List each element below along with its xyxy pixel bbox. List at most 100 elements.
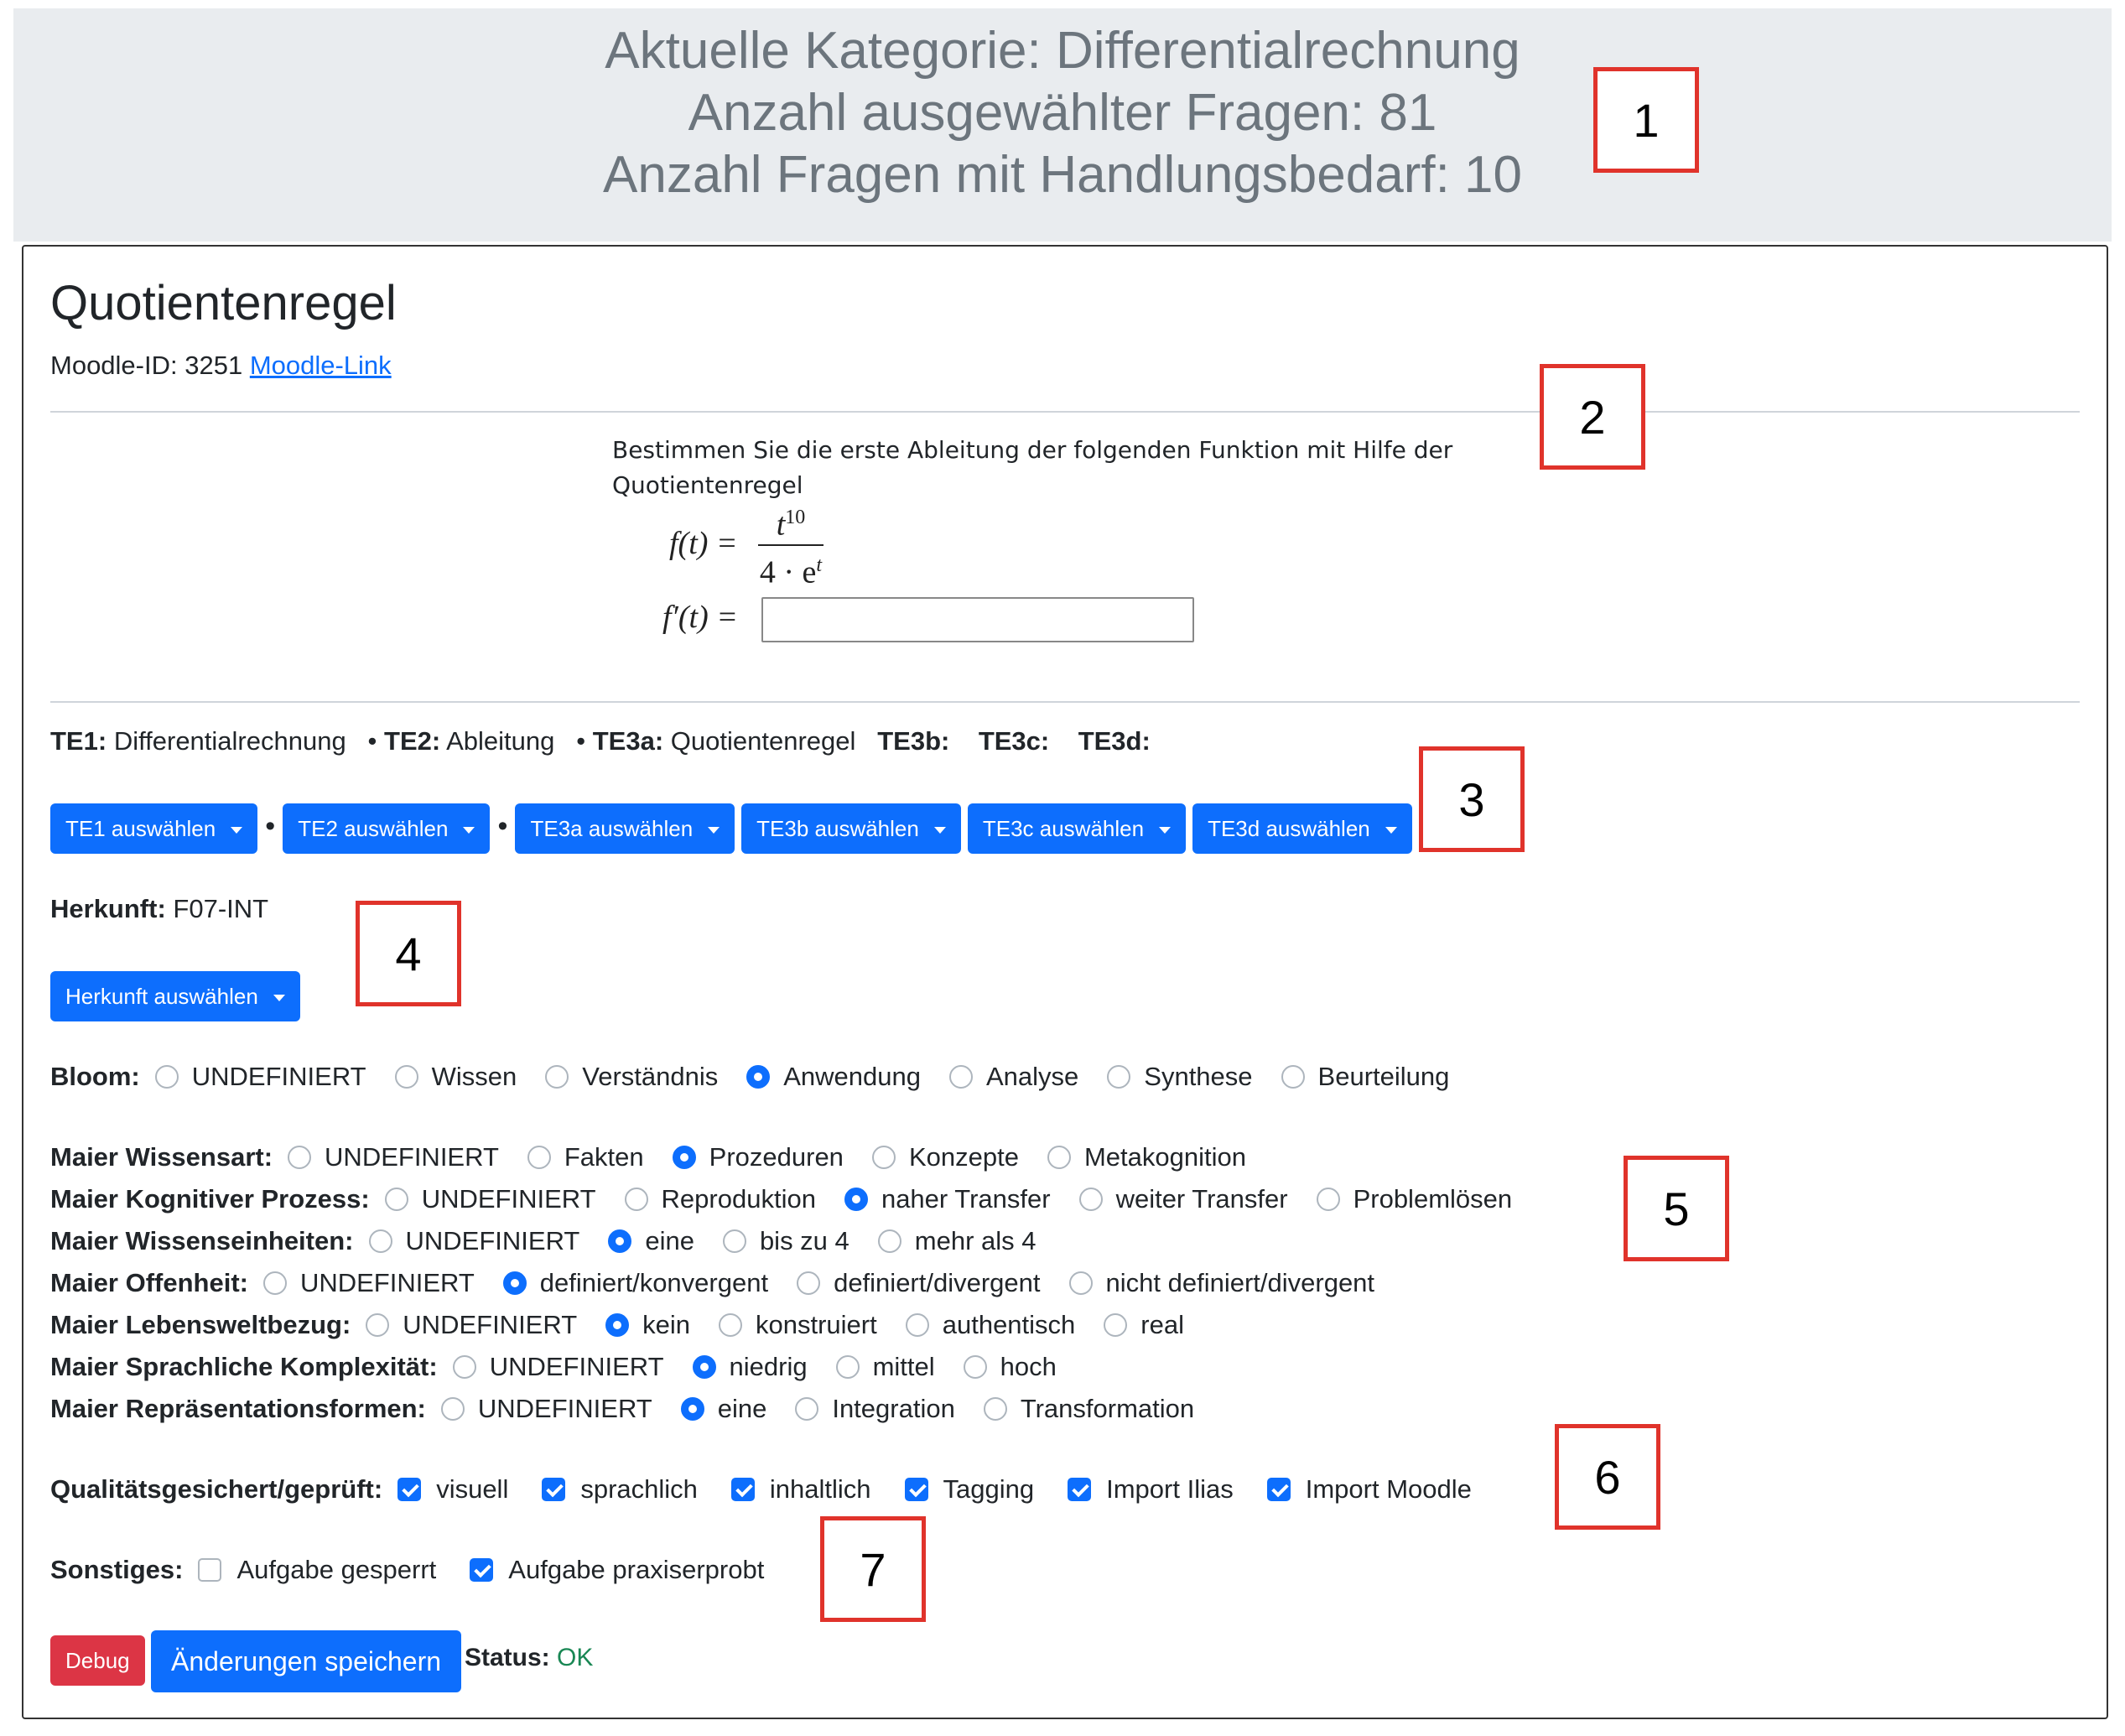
radio-button[interactable] [1104, 1313, 1128, 1337]
radio-button[interactable] [384, 1188, 408, 1211]
radio-button[interactable] [624, 1188, 648, 1211]
radio-option[interactable]: naher Transfer [844, 1182, 1051, 1216]
radio-button[interactable] [545, 1065, 569, 1089]
radio-option[interactable]: UNDEFINIERT [452, 1350, 664, 1384]
radio-option[interactable]: UNDEFINIERT [288, 1141, 499, 1174]
radio-option[interactable]: Metakognition [1047, 1141, 1246, 1174]
radio-option[interactable]: definiert/konvergent [502, 1266, 768, 1300]
save-changes-button[interactable]: Änderungen speichern [151, 1630, 462, 1692]
checkbox-option[interactable]: visuell [397, 1473, 508, 1506]
radio-option[interactable]: Prozeduren [672, 1141, 844, 1174]
radio-option[interactable]: Reproduktion [624, 1182, 816, 1216]
radio-button[interactable] [680, 1397, 704, 1421]
radio-button[interactable] [983, 1397, 1007, 1421]
radio-option[interactable]: Fakten [527, 1141, 644, 1174]
radio-option[interactable]: weiter Transfer [1078, 1182, 1288, 1216]
radio-button[interactable] [1316, 1188, 1340, 1211]
radio-option[interactable]: UNDEFINIERT [366, 1308, 577, 1342]
radio-option[interactable]: Anwendung [746, 1060, 921, 1094]
radio-option[interactable]: UNDEFINIERT [440, 1392, 652, 1426]
radio-option[interactable]: eine [608, 1224, 694, 1258]
herkunft-select-button[interactable]: Herkunft auswählen [50, 971, 300, 1021]
checkbox-option[interactable]: Import Moodle [1266, 1473, 1472, 1506]
checkbox[interactable] [730, 1478, 755, 1501]
radio-option[interactable]: Synthese [1107, 1060, 1253, 1094]
radio-button[interactable] [746, 1065, 771, 1089]
radio-button[interactable] [877, 1229, 901, 1253]
checkbox[interactable] [1068, 1478, 1092, 1501]
te1-select-button[interactable]: TE1 auswählen [50, 803, 258, 854]
radio-button[interactable] [719, 1313, 742, 1337]
radio-option[interactable]: niedrig [692, 1350, 808, 1384]
radio-option[interactable]: definiert/divergent [797, 1266, 1041, 1300]
debug-button[interactable]: Debug [50, 1635, 145, 1686]
radio-button[interactable] [262, 1271, 287, 1295]
radio-option[interactable]: real [1104, 1308, 1184, 1342]
radio-option[interactable]: UNDEFINIERT [154, 1060, 366, 1094]
radio-option[interactable]: authentisch [905, 1308, 1075, 1342]
radio-option[interactable]: hoch [963, 1350, 1057, 1384]
radio-option[interactable]: UNDEFINIERT [368, 1224, 579, 1258]
te3d-select-button[interactable]: TE3d auswählen [1192, 803, 1412, 854]
checkbox[interactable] [470, 1558, 494, 1582]
radio-option[interactable]: Analyse [948, 1060, 1078, 1094]
radio-button[interactable] [692, 1355, 716, 1379]
radio-option[interactable]: UNDEFINIERT [262, 1266, 475, 1300]
radio-button[interactable] [440, 1397, 465, 1421]
radio-option[interactable]: Konzepte [871, 1141, 1019, 1174]
radio-option[interactable]: UNDEFINIERT [384, 1182, 596, 1216]
radio-button[interactable] [835, 1355, 860, 1379]
te3a-select-button[interactable]: TE3a auswählen [515, 803, 735, 854]
radio-button[interactable] [288, 1146, 312, 1169]
radio-button[interactable] [608, 1229, 632, 1253]
radio-button[interactable] [366, 1313, 390, 1337]
checkbox[interactable] [198, 1558, 222, 1582]
radio-button[interactable] [672, 1146, 696, 1169]
checkbox-option[interactable]: Aufgabe gesperrt [198, 1553, 436, 1587]
checkbox[interactable] [904, 1478, 928, 1501]
radio-option[interactable]: mehr als 4 [877, 1224, 1037, 1258]
radio-button[interactable] [605, 1313, 630, 1337]
radio-button[interactable] [394, 1065, 418, 1089]
radio-option[interactable]: Problemlösen [1316, 1182, 1512, 1216]
checkbox[interactable] [1266, 1478, 1291, 1501]
checkbox[interactable] [397, 1478, 422, 1501]
radio-button[interactable] [948, 1065, 973, 1089]
radio-button[interactable] [502, 1271, 527, 1295]
radio-option[interactable]: Integration [795, 1392, 955, 1426]
radio-button[interactable] [368, 1229, 392, 1253]
radio-option[interactable]: nicht definiert/divergent [1068, 1266, 1374, 1300]
radio-button[interactable] [905, 1313, 929, 1337]
radio-button[interactable] [154, 1065, 179, 1089]
radio-button[interactable] [1068, 1271, 1093, 1295]
radio-button[interactable] [527, 1146, 551, 1169]
checkbox-option[interactable]: Tagging [904, 1473, 1034, 1506]
te2-select-button[interactable]: TE2 auswählen [283, 803, 491, 854]
radio-button[interactable] [795, 1397, 819, 1421]
radio-option[interactable]: Wissen [394, 1060, 517, 1094]
checkbox[interactable] [542, 1478, 566, 1501]
radio-button[interactable] [1047, 1146, 1071, 1169]
radio-option[interactable]: konstruiert [719, 1308, 877, 1342]
te3b-select-button[interactable]: TE3b auswählen [741, 803, 961, 854]
checkbox-option[interactable]: Import Ilias [1068, 1473, 1234, 1506]
checkbox-option[interactable]: inhaltlich [730, 1473, 871, 1506]
checkbox-option[interactable]: sprachlich [542, 1473, 698, 1506]
moodle-link[interactable]: Moodle-Link [250, 351, 392, 380]
radio-option[interactable]: Verständnis [545, 1060, 718, 1094]
checkbox-option[interactable]: Aufgabe praxiserprobt [470, 1553, 764, 1587]
radio-button[interactable] [1107, 1065, 1131, 1089]
te3c-select-button[interactable]: TE3c auswählen [967, 803, 1187, 854]
radio-button[interactable] [963, 1355, 987, 1379]
radio-button[interactable] [844, 1188, 868, 1211]
answer-input[interactable] [761, 597, 1194, 642]
radio-option[interactable]: bis zu 4 [722, 1224, 849, 1258]
radio-button[interactable] [871, 1146, 896, 1169]
radio-option[interactable]: eine [680, 1392, 766, 1426]
radio-button[interactable] [1078, 1188, 1103, 1211]
radio-option[interactable]: mittel [835, 1350, 935, 1384]
radio-button[interactable] [797, 1271, 821, 1295]
radio-option[interactable]: Transformation [983, 1392, 1194, 1426]
radio-button[interactable] [452, 1355, 476, 1379]
radio-option[interactable]: kein [605, 1308, 690, 1342]
